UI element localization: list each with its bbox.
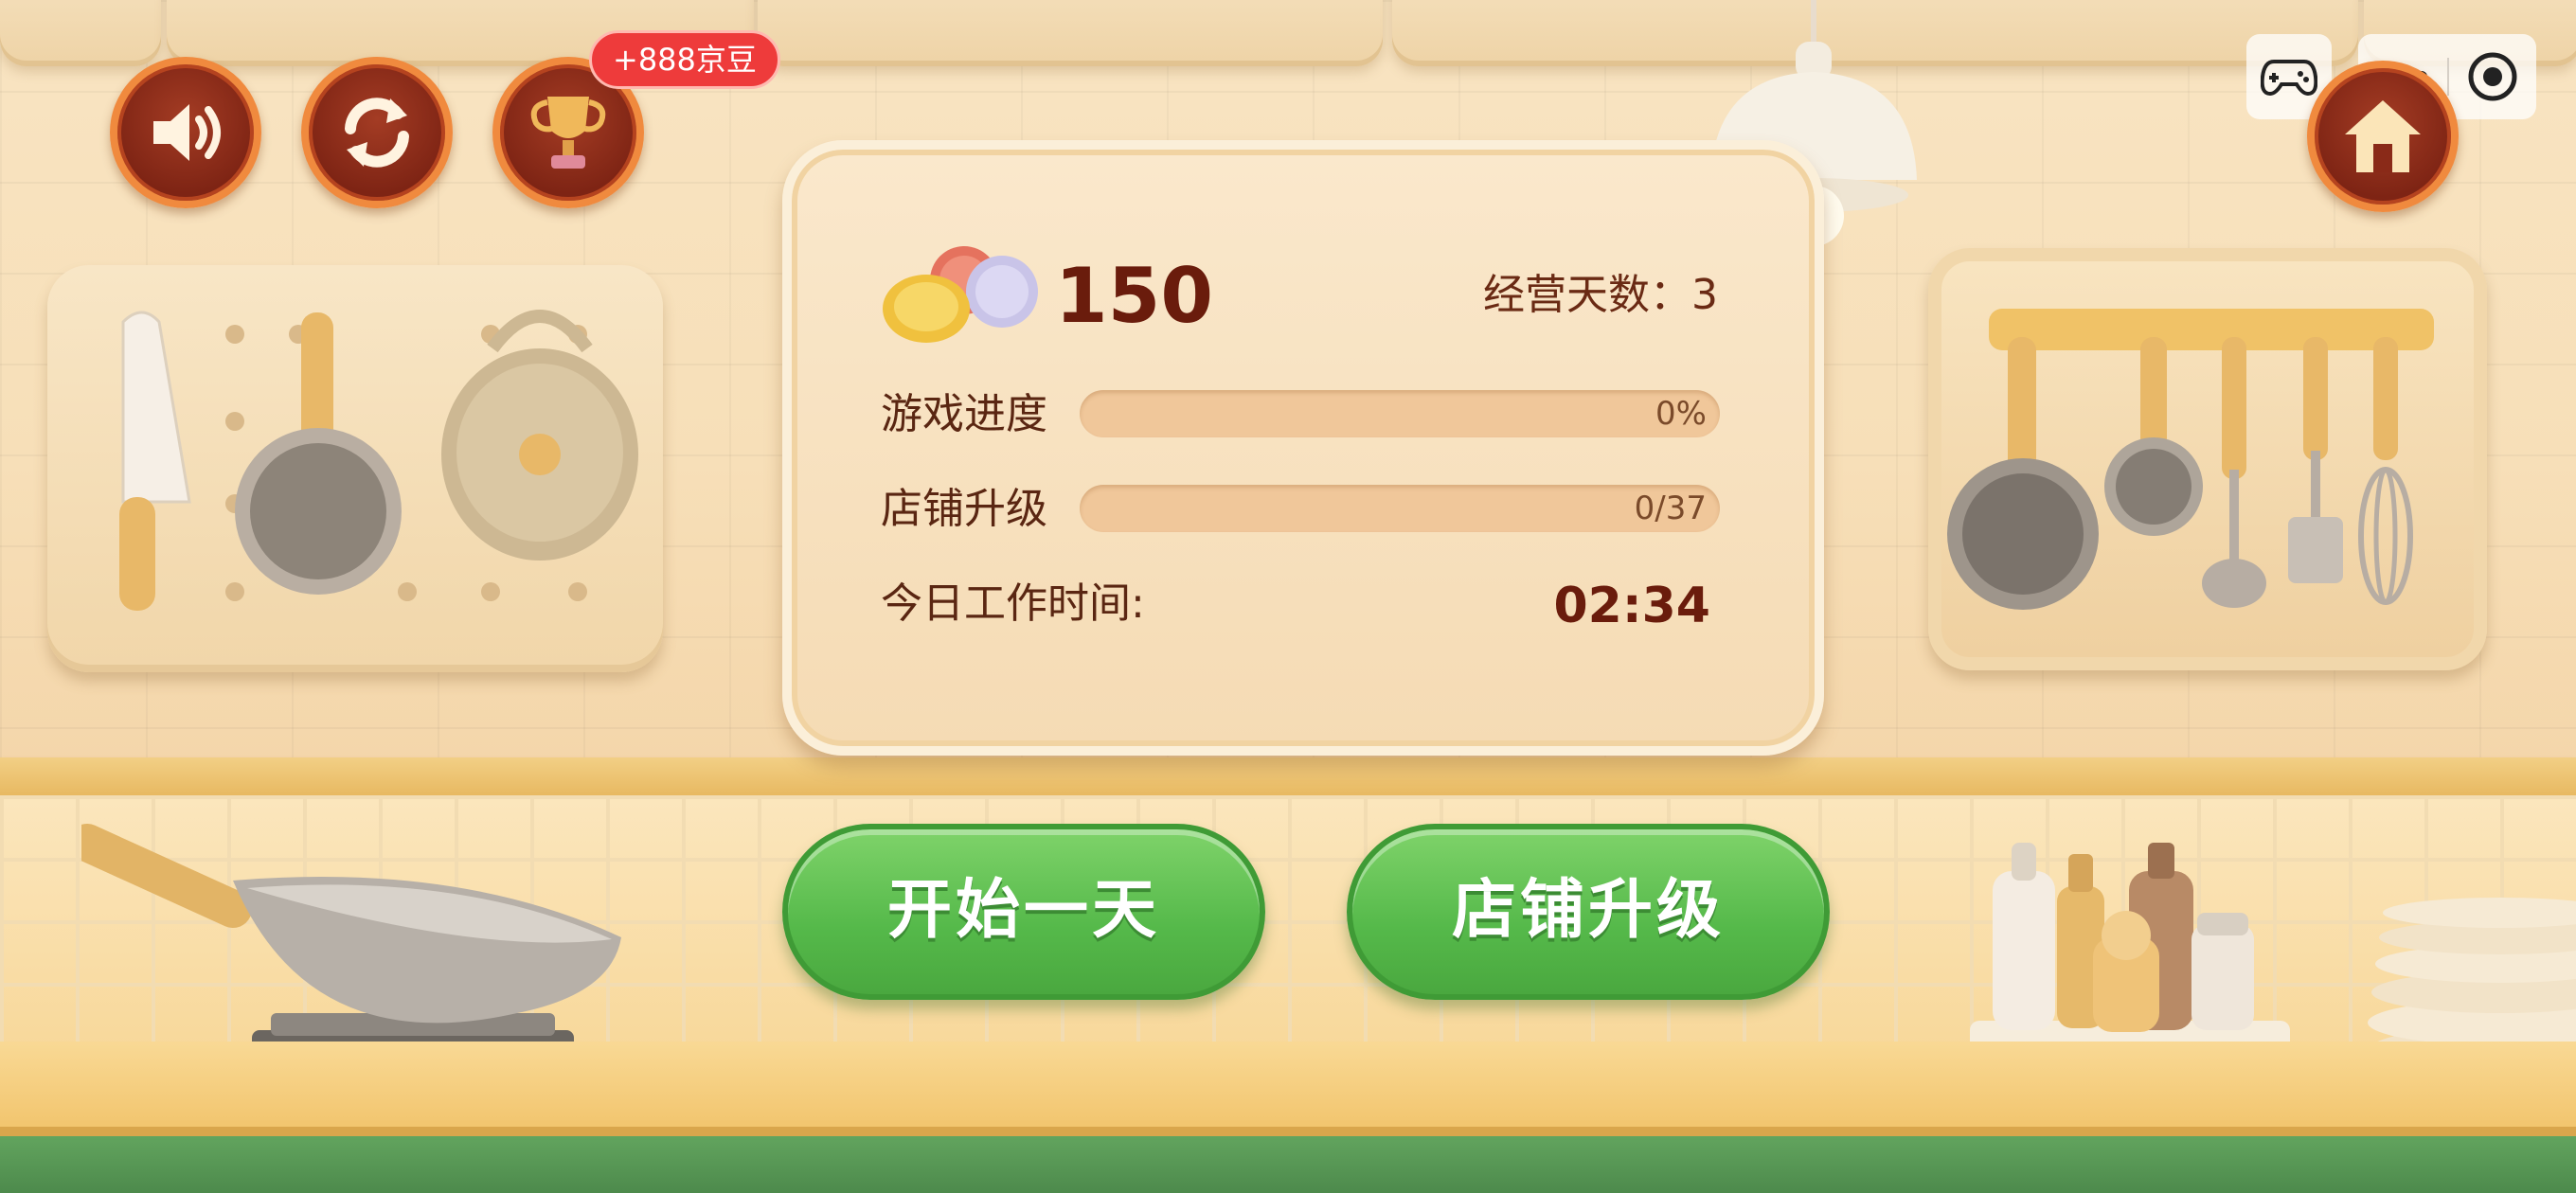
shop-upgrade-label: 店铺升级	[881, 485, 1047, 533]
top-cabinet	[758, 0, 1383, 66]
stats-panel	[782, 140, 1824, 756]
sound-button[interactable]	[110, 57, 261, 208]
counter-base	[0, 1136, 2576, 1193]
trophy-icon	[530, 97, 606, 169]
coins-icon	[883, 246, 1038, 343]
work-time-label: 今日工作时间:	[881, 579, 1145, 628]
wall-ledge	[0, 757, 2576, 797]
top-cabinet	[0, 0, 161, 66]
pegboard-tools-icon	[119, 310, 638, 611]
capsule-close-icon	[2468, 52, 2517, 101]
start-day-button[interactable]: 开始一天	[782, 824, 1265, 1000]
gamepad-icon	[2261, 60, 2317, 97]
game-progress-label: 游戏进度	[881, 390, 1047, 438]
refresh-button[interactable]	[301, 57, 453, 208]
capsule-close-button[interactable]	[2449, 34, 2536, 119]
jd-beans-reward-badge[interactable]: +888京豆	[589, 30, 780, 89]
work-time-value: 02:34	[1553, 578, 1710, 634]
speaker-icon	[153, 104, 221, 161]
shop-upgrade-button[interactable]: 店铺升级	[1347, 824, 1830, 1000]
home-icon	[2345, 100, 2421, 172]
home-button[interactable]	[2307, 61, 2459, 212]
utensil-rack	[1928, 248, 2487, 670]
utensil-rack-tools-icon	[1947, 309, 2434, 610]
refresh-icon	[345, 98, 409, 168]
condiment-bottles-icon	[1970, 843, 2290, 1066]
coin-balance: 150	[1055, 252, 1213, 340]
wok-icon	[81, 824, 621, 1057]
countertop	[0, 1042, 2576, 1136]
business-days: 经营天数：3	[1483, 271, 1718, 319]
shop-upgrade-bar: 0/37	[1080, 485, 1720, 532]
shop-upgrade-text: 0/37	[1634, 490, 1707, 527]
pegboard	[47, 265, 663, 672]
game-progress-bar: 0%	[1080, 390, 1720, 437]
game-progress-text: 0%	[1655, 395, 1707, 433]
